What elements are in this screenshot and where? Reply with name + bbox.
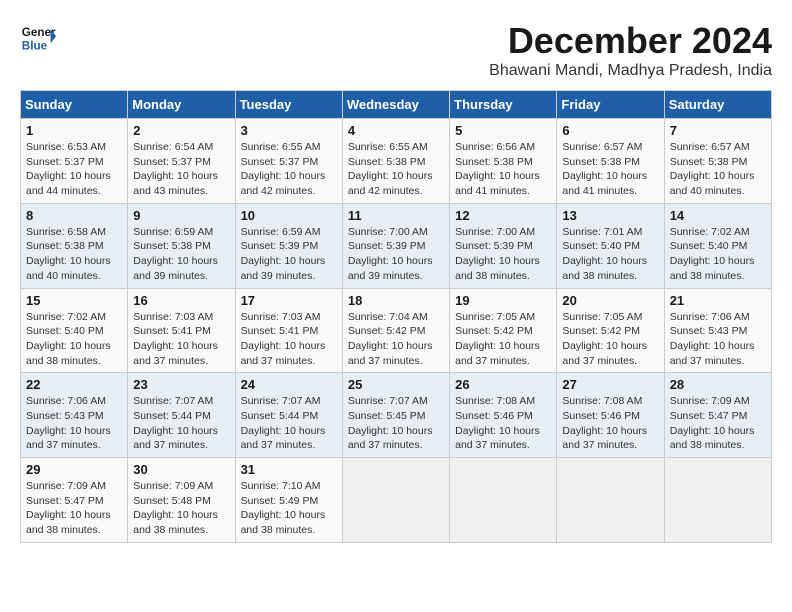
calendar-table: Sunday Monday Tuesday Wednesday Thursday… bbox=[20, 90, 772, 543]
col-thursday: Thursday bbox=[450, 91, 557, 119]
col-tuesday: Tuesday bbox=[235, 91, 342, 119]
table-row: 10Sunrise: 6:59 AM Sunset: 5:39 PM Dayli… bbox=[235, 203, 342, 288]
table-row: 29Sunrise: 7:09 AM Sunset: 5:47 PM Dayli… bbox=[21, 458, 128, 543]
table-row: 11Sunrise: 7:00 AM Sunset: 5:39 PM Dayli… bbox=[342, 203, 449, 288]
table-row: 21Sunrise: 7:06 AM Sunset: 5:43 PM Dayli… bbox=[664, 288, 771, 373]
table-row: 30Sunrise: 7:09 AM Sunset: 5:48 PM Dayli… bbox=[128, 458, 235, 543]
table-row: 17Sunrise: 7:03 AM Sunset: 5:41 PM Dayli… bbox=[235, 288, 342, 373]
table-row: 20Sunrise: 7:05 AM Sunset: 5:42 PM Dayli… bbox=[557, 288, 664, 373]
table-row bbox=[342, 458, 449, 543]
table-row: 15Sunrise: 7:02 AM Sunset: 5:40 PM Dayli… bbox=[21, 288, 128, 373]
table-row: 24Sunrise: 7:07 AM Sunset: 5:44 PM Dayli… bbox=[235, 373, 342, 458]
logo: General Blue bbox=[20, 20, 56, 56]
table-row: 3Sunrise: 6:55 AM Sunset: 5:37 PM Daylig… bbox=[235, 119, 342, 204]
title-section: December 2024 Bhawani Mandi, Madhya Prad… bbox=[489, 20, 772, 80]
table-row: 2Sunrise: 6:54 AM Sunset: 5:37 PM Daylig… bbox=[128, 119, 235, 204]
table-row: 4Sunrise: 6:55 AM Sunset: 5:38 PM Daylig… bbox=[342, 119, 449, 204]
page-header: General Blue December 2024 Bhawani Mandi… bbox=[20, 20, 772, 80]
col-sunday: Sunday bbox=[21, 91, 128, 119]
table-row: 28Sunrise: 7:09 AM Sunset: 5:47 PM Dayli… bbox=[664, 373, 771, 458]
header-row: Sunday Monday Tuesday Wednesday Thursday… bbox=[21, 91, 772, 119]
table-row: 18Sunrise: 7:04 AM Sunset: 5:42 PM Dayli… bbox=[342, 288, 449, 373]
col-friday: Friday bbox=[557, 91, 664, 119]
table-row: 9Sunrise: 6:59 AM Sunset: 5:38 PM Daylig… bbox=[128, 203, 235, 288]
table-row: 12Sunrise: 7:00 AM Sunset: 5:39 PM Dayli… bbox=[450, 203, 557, 288]
calendar-title: December 2024 bbox=[489, 20, 772, 62]
table-row: 19Sunrise: 7:05 AM Sunset: 5:42 PM Dayli… bbox=[450, 288, 557, 373]
table-row: 22Sunrise: 7:06 AM Sunset: 5:43 PM Dayli… bbox=[21, 373, 128, 458]
table-row: 6Sunrise: 6:57 AM Sunset: 5:38 PM Daylig… bbox=[557, 119, 664, 204]
table-row: 23Sunrise: 7:07 AM Sunset: 5:44 PM Dayli… bbox=[128, 373, 235, 458]
table-row: 16Sunrise: 7:03 AM Sunset: 5:41 PM Dayli… bbox=[128, 288, 235, 373]
table-row: 8Sunrise: 6:58 AM Sunset: 5:38 PM Daylig… bbox=[21, 203, 128, 288]
table-row: 26Sunrise: 7:08 AM Sunset: 5:46 PM Dayli… bbox=[450, 373, 557, 458]
table-row: 13Sunrise: 7:01 AM Sunset: 5:40 PM Dayli… bbox=[557, 203, 664, 288]
table-row: 7Sunrise: 6:57 AM Sunset: 5:38 PM Daylig… bbox=[664, 119, 771, 204]
table-row: 31Sunrise: 7:10 AM Sunset: 5:49 PM Dayli… bbox=[235, 458, 342, 543]
col-wednesday: Wednesday bbox=[342, 91, 449, 119]
table-row: 25Sunrise: 7:07 AM Sunset: 5:45 PM Dayli… bbox=[342, 373, 449, 458]
logo-icon: General Blue bbox=[20, 20, 56, 56]
col-saturday: Saturday bbox=[664, 91, 771, 119]
table-row bbox=[664, 458, 771, 543]
calendar-body: 1Sunrise: 6:53 AM Sunset: 5:37 PM Daylig… bbox=[21, 119, 772, 543]
table-row: 5Sunrise: 6:56 AM Sunset: 5:38 PM Daylig… bbox=[450, 119, 557, 204]
table-row bbox=[450, 458, 557, 543]
svg-text:Blue: Blue bbox=[22, 40, 48, 53]
table-row: 1Sunrise: 6:53 AM Sunset: 5:37 PM Daylig… bbox=[21, 119, 128, 204]
col-monday: Monday bbox=[128, 91, 235, 119]
table-row: 27Sunrise: 7:08 AM Sunset: 5:46 PM Dayli… bbox=[557, 373, 664, 458]
table-row bbox=[557, 458, 664, 543]
calendar-subtitle: Bhawani Mandi, Madhya Pradesh, India bbox=[489, 62, 772, 80]
table-row: 14Sunrise: 7:02 AM Sunset: 5:40 PM Dayli… bbox=[664, 203, 771, 288]
